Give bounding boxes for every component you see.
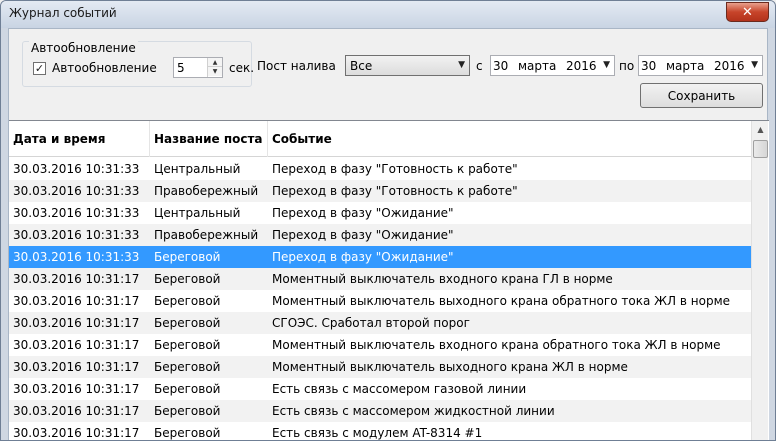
chevron-down-icon: ▼ — [458, 60, 465, 70]
cell-post: Правобережный — [154, 228, 259, 242]
spin-up-icon[interactable]: ▲ — [208, 58, 222, 67]
close-button[interactable]: ✕ — [726, 2, 769, 22]
table-header: Дата и время Название поста Событие — [9, 121, 751, 157]
interval-value[interactable]: 5 — [177, 61, 185, 75]
column-header-datetime[interactable]: Дата и время — [9, 121, 150, 157]
autoupdate-group: Автообновление ✓ Автообновление 5 ▲ ▼ се… — [22, 41, 255, 87]
cell-event: Есть связь с массомером газовой линии — [272, 382, 527, 396]
cell-event: Переход в фазу "Ожидание" — [272, 206, 454, 220]
table-row[interactable]: 30.03.2016 10:31:33 Береговой Переход в фа… — [9, 246, 751, 268]
cell-event: Моментный выключатель входного крана ГЛ … — [272, 272, 613, 286]
vertical-scrollbar[interactable]: ▲ — [751, 121, 769, 440]
cell-event: Моментный выключатель выходного крана об… — [272, 294, 730, 308]
cell-event: Есть связь с модулем AT-8314 #1 — [272, 426, 483, 440]
table-row[interactable]: 30.03.2016 10:31:17 Береговой Моментный вы… — [9, 334, 751, 356]
cell-post: Береговой — [154, 382, 221, 396]
save-button[interactable]: Сохранить — [640, 83, 763, 108]
table-row[interactable]: 30.03.2016 10:31:17 Береговой Моментный вы… — [9, 356, 751, 378]
cell-datetime: 30.03.2016 10:31:33 — [13, 228, 140, 242]
check-icon: ✓ — [34, 62, 45, 75]
cell-post: Правобережный — [154, 184, 259, 198]
cell-datetime: 30.03.2016 10:31:17 — [13, 316, 140, 330]
to-date-picker[interactable]: 30 марта 2016 ▼ — [638, 55, 763, 76]
cell-post: Береговой — [154, 338, 221, 352]
table-body: 30.03.2016 10:31:33 Центральный Переход в … — [9, 158, 751, 440]
spin-down-icon[interactable]: ▼ — [208, 67, 222, 76]
cell-datetime: 30.03.2016 10:31:17 — [13, 404, 140, 418]
to-day[interactable]: 30 — [641, 59, 656, 73]
cell-post: Береговой — [154, 272, 221, 286]
scroll-thumb[interactable] — [753, 140, 768, 158]
cell-post: Центральный — [154, 206, 241, 220]
cell-datetime: 30.03.2016 10:31:17 — [13, 294, 140, 308]
cell-event: Переход в фазу "Ожидание" — [272, 250, 454, 264]
save-button-label: Сохранить — [667, 88, 736, 103]
table-row[interactable]: 30.03.2016 10:31:33 Правобережный Переход … — [9, 180, 751, 202]
table-row[interactable]: 30.03.2016 10:31:17 Береговой Есть связь с… — [9, 422, 751, 440]
from-month[interactable]: марта — [518, 59, 556, 73]
table-row[interactable]: 30.03.2016 10:31:17 Береговой Есть связь с… — [9, 378, 751, 400]
cell-post: Береговой — [154, 404, 221, 418]
from-year[interactable]: 2016 — [566, 59, 597, 73]
cell-datetime: 30.03.2016 10:31:33 — [13, 162, 140, 176]
to-month[interactable]: марта — [666, 59, 704, 73]
post-select[interactable]: Все ▼ — [345, 55, 470, 76]
cell-post: Береговой — [154, 294, 221, 308]
interval-spinner[interactable]: 5 ▲ ▼ — [173, 57, 223, 78]
post-select-value: Все — [350, 59, 373, 73]
cell-datetime: 30.03.2016 10:31:33 — [13, 184, 140, 198]
from-day[interactable]: 30 — [493, 59, 508, 73]
cell-event: СГОЭС. Сработал второй порог — [272, 316, 470, 330]
autoupdate-checkbox[interactable]: ✓ — [33, 62, 46, 75]
window-title: Журнал событий — [9, 6, 117, 20]
table-row[interactable]: 30.03.2016 10:31:33 Центральный Переход в … — [9, 202, 751, 224]
cell-event: Переход в фазу "Готовность к работе" — [272, 184, 518, 198]
cell-event: Моментный выключатель выходного крана ЖЛ… — [272, 360, 628, 374]
table-row[interactable]: 30.03.2016 10:31:17 Береговой Есть связь с… — [9, 400, 751, 422]
cell-post: Береговой — [154, 426, 221, 440]
cell-datetime: 30.03.2016 10:31:17 — [13, 272, 140, 286]
event-log-window: Журнал событий ✕ Автообновление ✓ Автооб… — [0, 0, 776, 441]
column-header-post[interactable]: Название поста — [150, 121, 268, 157]
interval-unit-label: сек. — [229, 61, 255, 75]
scroll-up-icon[interactable]: ▲ — [752, 121, 769, 138]
cell-event: Переход в фазу "Ожидание" — [272, 228, 454, 242]
close-icon: ✕ — [742, 4, 753, 20]
cell-event: Переход в фазу "Готовность к работе" — [272, 162, 518, 176]
cell-event: Моментный выключатель входного крана обр… — [272, 338, 721, 352]
cell-datetime: 30.03.2016 10:31:17 — [13, 360, 140, 374]
cell-post: Береговой — [154, 250, 221, 264]
to-label: по — [619, 59, 635, 73]
cell-datetime: 30.03.2016 10:31:33 — [13, 250, 140, 264]
titlebar[interactable]: Журнал событий ✕ — [1, 1, 775, 28]
autoupdate-group-label: Автообновление — [29, 41, 138, 55]
table-row[interactable]: 30.03.2016 10:31:33 Правобережный Переход … — [9, 224, 751, 246]
cell-post: Береговой — [154, 360, 221, 374]
post-label: Пост налива — [257, 59, 336, 73]
table-row[interactable]: 30.03.2016 10:31:17 Береговой СГОЭС. Срабо… — [9, 312, 751, 334]
cell-event: Есть связь с массомером жидкостной линии — [272, 404, 555, 418]
from-label: с — [476, 59, 483, 73]
spinner-buttons: ▲ ▼ — [207, 58, 222, 77]
cell-datetime: 30.03.2016 10:31:33 — [13, 206, 140, 220]
cell-post: Центральный — [154, 162, 241, 176]
cell-datetime: 30.03.2016 10:31:17 — [13, 338, 140, 352]
table-row[interactable]: 30.03.2016 10:31:17 Береговой Моментный вы… — [9, 290, 751, 312]
calendar-dropdown-icon[interactable]: ▼ — [751, 60, 758, 70]
autoupdate-checkbox-label[interactable]: Автообновление — [52, 61, 157, 75]
table-row[interactable]: 30.03.2016 10:31:17 Береговой Моментный вы… — [9, 268, 751, 290]
cell-post: Береговой — [154, 316, 221, 330]
cell-datetime: 30.03.2016 10:31:17 — [13, 382, 140, 396]
to-year[interactable]: 2016 — [714, 59, 745, 73]
event-table[interactable]: Дата и время Название поста Событие 30.0… — [9, 120, 769, 440]
cell-datetime: 30.03.2016 10:31:17 — [13, 426, 140, 440]
client-area: Автообновление ✓ Автообновление 5 ▲ ▼ се… — [8, 28, 769, 440]
calendar-dropdown-icon[interactable]: ▼ — [603, 60, 610, 70]
table-row[interactable]: 30.03.2016 10:31:33 Центральный Переход в … — [9, 158, 751, 180]
column-header-event[interactable]: Событие — [268, 121, 751, 157]
from-date-picker[interactable]: 30 марта 2016 ▼ — [490, 55, 615, 76]
